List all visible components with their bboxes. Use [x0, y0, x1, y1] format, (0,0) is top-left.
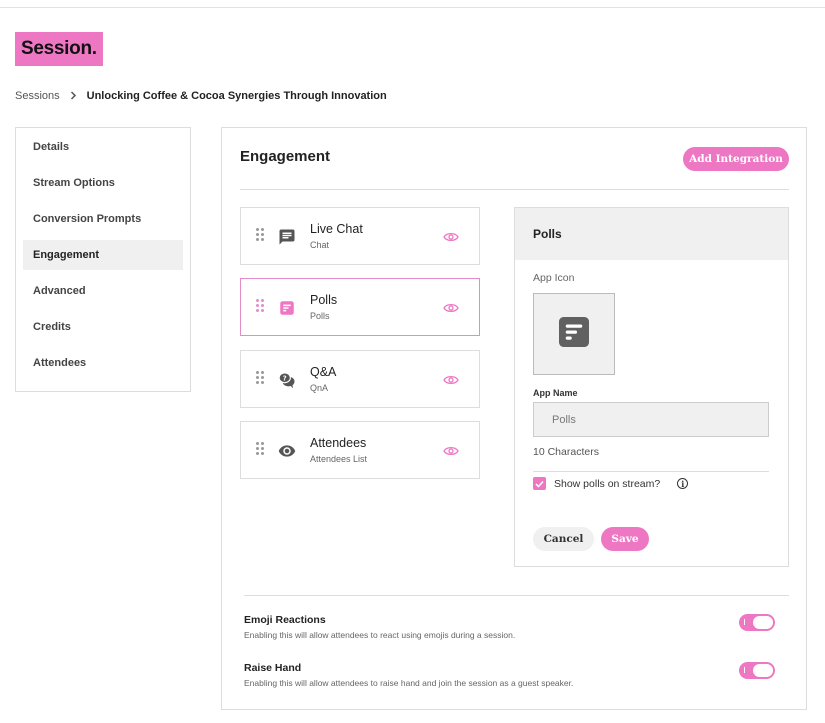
drag-handle-icon[interactable]: [256, 299, 264, 313]
sidebar-item-credits[interactable]: Credits: [23, 312, 183, 342]
app-card-name: Polls: [310, 293, 338, 307]
character-count: 10 Characters: [533, 446, 599, 458]
sidebar-item-advanced[interactable]: Advanced: [23, 276, 183, 306]
sidebar-item-conversion-prompts[interactable]: Conversion Prompts: [23, 204, 183, 234]
app-card-subtitle: Chat: [310, 240, 330, 250]
setting-emoji-reactions-description: Enabling this will allow attendees to re…: [244, 630, 516, 640]
app-icon-upload[interactable]: [533, 293, 615, 375]
breadcrumb-current-session: Unlocking Coffee & Cocoa Synergies Throu…: [86, 90, 387, 102]
settings-divider: [244, 595, 789, 596]
sidebar-nav: Details Stream Options Conversion Prompt…: [15, 127, 191, 392]
eye-icon[interactable]: [443, 230, 459, 242]
svg-text:?: ?: [283, 374, 287, 382]
app-icon-label: App Icon: [533, 272, 575, 284]
breadcrumb: Sessions Unlocking Coffee & Cocoa Synerg…: [15, 89, 387, 103]
drag-handle-icon[interactable]: [256, 228, 264, 242]
details-divider: [533, 471, 769, 472]
show-on-stream-label: Show polls on stream?: [554, 477, 661, 490]
setting-raise-hand-description: Enabling this will allow attendees to ra…: [244, 678, 574, 688]
app-card-qna[interactable]: ? Q&A QnA: [240, 350, 480, 408]
app-name-input[interactable]: [533, 402, 769, 437]
brand-logo[interactable]: Session.: [15, 32, 103, 66]
info-icon[interactable]: i: [677, 478, 689, 489]
app-card-subtitle: Attendees List: [310, 454, 368, 464]
chevron-right-icon: [70, 89, 77, 103]
drag-handle-icon[interactable]: [256, 371, 264, 385]
app-card-attendees[interactable]: Attendees Attendees List: [240, 421, 480, 479]
raise-hand-toggle[interactable]: [739, 662, 775, 679]
app-card-polls[interactable]: Polls Polls: [240, 278, 480, 336]
eye-icon[interactable]: [443, 444, 459, 456]
app-name-label: App Name: [533, 388, 578, 398]
app-card-name: Q&A: [310, 365, 337, 379]
app-card-subtitle: QnA: [310, 383, 329, 393]
app-details-panel: Polls App Icon App Name 10 Characters Sh…: [514, 207, 789, 567]
sidebar-item-details[interactable]: Details: [23, 132, 183, 162]
poll-icon: [278, 299, 296, 317]
eye-icon[interactable]: [443, 373, 459, 385]
poll-icon: [556, 314, 592, 355]
app-card-name: Attendees: [310, 436, 367, 450]
setting-emoji-reactions-title: Emoji Reactions: [244, 614, 326, 626]
app-card-name: Live Chat: [310, 222, 363, 236]
details-title: Polls: [515, 208, 788, 260]
sidebar-item-engagement[interactable]: Engagement: [23, 240, 183, 270]
engagement-panel: Engagement Add Integration Live Chat Cha…: [221, 127, 807, 710]
sidebar-item-attendees[interactable]: Attendees: [23, 348, 183, 378]
add-integration-button[interactable]: Add Integration: [683, 147, 789, 171]
header-divider: [240, 189, 789, 190]
show-on-stream-checkbox[interactable]: [533, 477, 546, 490]
emoji-reactions-toggle[interactable]: [739, 614, 775, 631]
chat-icon: [278, 228, 296, 246]
eye-icon[interactable]: [443, 301, 459, 313]
cancel-button[interactable]: Cancel: [533, 527, 594, 551]
app-card-live-chat[interactable]: Live Chat Chat: [240, 207, 480, 265]
save-button[interactable]: Save: [601, 527, 649, 551]
breadcrumb-sessions-link[interactable]: Sessions: [15, 90, 60, 102]
setting-raise-hand-title: Raise Hand: [244, 662, 302, 674]
sidebar-item-stream-options[interactable]: Stream Options: [23, 168, 183, 198]
page-title: Engagement: [240, 148, 331, 165]
question-answer-icon: ?: [278, 371, 296, 389]
drag-handle-icon[interactable]: [256, 442, 264, 456]
show-on-stream-row: Show polls on stream? i: [533, 477, 689, 490]
top-divider: [0, 7, 825, 8]
app-card-subtitle: Polls: [310, 311, 330, 321]
eye-icon: [278, 442, 296, 460]
